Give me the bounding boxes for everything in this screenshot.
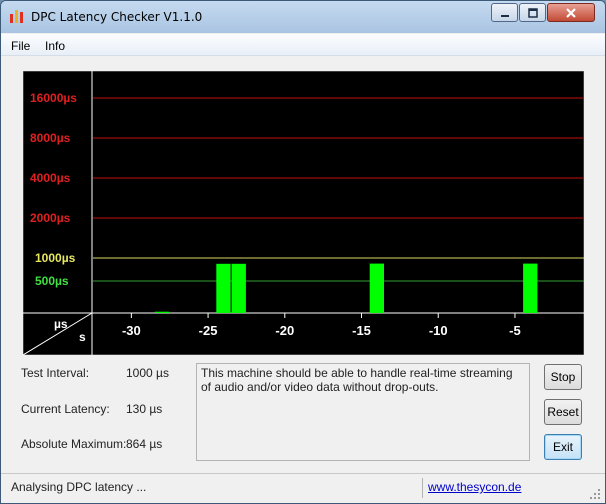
x-tick-label: -15 [352, 323, 371, 338]
minimize-button[interactable] [491, 3, 518, 22]
exit-button[interactable]: Exit [544, 434, 582, 460]
maximize-icon [527, 7, 538, 18]
latency-bar [369, 263, 384, 313]
menu-file[interactable]: File [11, 39, 30, 53]
status-separator [422, 478, 423, 498]
unit-label-s: s [79, 330, 86, 344]
reset-button[interactable]: Reset [544, 399, 582, 425]
test-interval-label: Test Interval: [21, 366, 90, 380]
y-axis-label: 8000µs [30, 131, 71, 145]
close-button[interactable] [547, 3, 595, 22]
x-tick-label: -25 [199, 323, 218, 338]
y-axis-label: 2000µs [30, 211, 71, 225]
y-axis-label: 4000µs [30, 171, 71, 185]
y-axis-label: 1000µs [35, 251, 76, 265]
status-text: Analysing DPC latency ... [11, 480, 147, 494]
current-latency-label: Current Latency: [21, 402, 110, 416]
x-tick-label: -20 [275, 323, 294, 338]
x-tick-label: -10 [429, 323, 448, 338]
latency-bar [216, 263, 231, 313]
y-axis-label: 500µs [35, 274, 69, 288]
close-icon [566, 7, 576, 18]
stop-button[interactable]: Stop [544, 364, 582, 390]
test-interval-value: 1000 µs [126, 366, 169, 380]
latency-bar [154, 311, 170, 313]
resize-grip-icon[interactable] [589, 488, 601, 500]
maximize-button[interactable] [519, 3, 546, 22]
latency-graph: 16000µs 8000µs 4000µs 2000µs 1000µs 500µs -30… [23, 71, 584, 355]
minimize-icon [500, 14, 509, 17]
menu-bar: File Info [1, 34, 605, 56]
app-window: DPC Latency Checker V1.1.0 File Info 160… [0, 0, 606, 504]
latency-bar [231, 263, 246, 313]
window-title: DPC Latency Checker V1.1.0 [31, 10, 203, 24]
app-icon [10, 10, 23, 23]
website-link[interactable]: www.thesycon.de [428, 480, 521, 494]
absolute-maximum-value: 864 µs [126, 437, 163, 451]
title-bar[interactable]: DPC Latency Checker V1.1.0 [1, 1, 605, 33]
absolute-maximum-label: Absolute Maximum: [21, 437, 127, 451]
latency-bar [523, 263, 538, 313]
x-tick-label: -30 [122, 323, 141, 338]
unit-label-us: µs [54, 317, 68, 331]
status-message: This machine should be able to handle re… [196, 363, 530, 461]
x-tick-label: -5 [509, 323, 521, 338]
menu-info[interactable]: Info [45, 39, 65, 53]
status-bar: Analysing DPC latency ... www.thesycon.d… [1, 473, 605, 503]
current-latency-value: 130 µs [126, 402, 163, 416]
y-axis-label: 16000µs [30, 91, 77, 105]
